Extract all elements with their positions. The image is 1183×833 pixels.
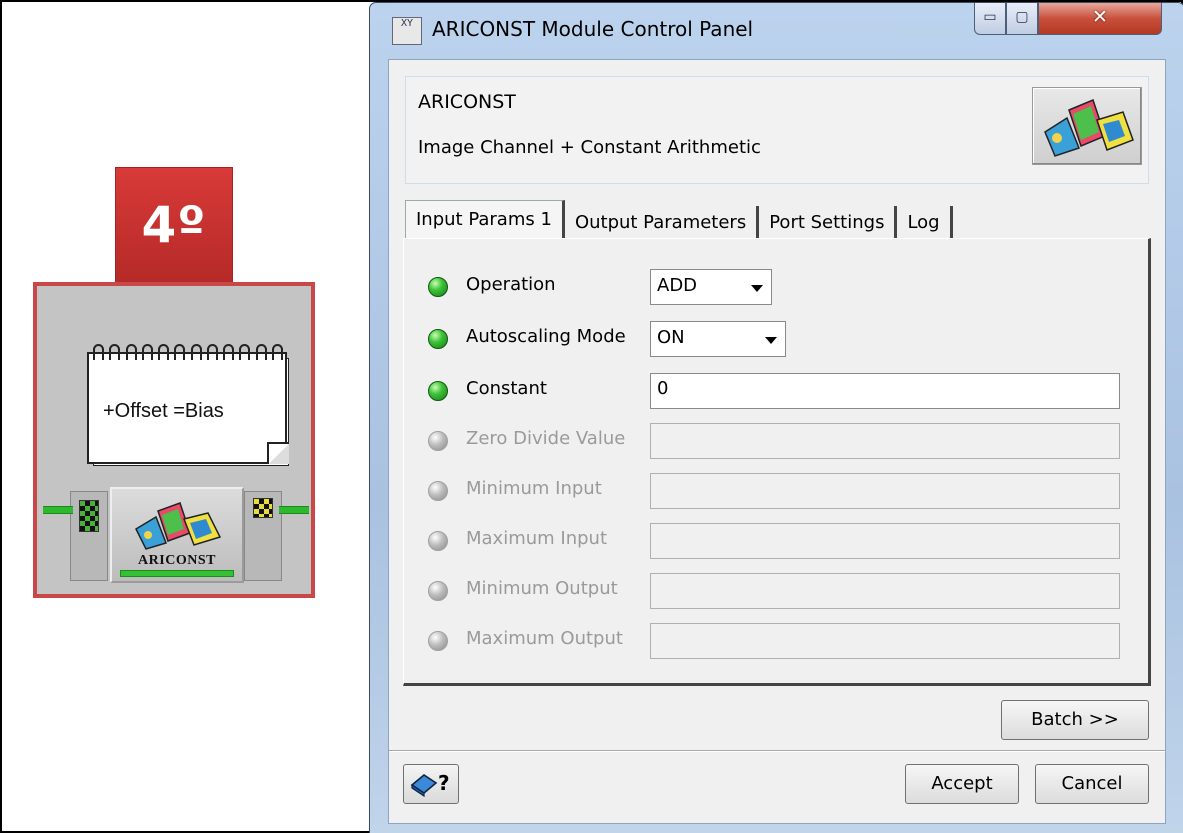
gray-led-icon (428, 481, 448, 501)
screenshot-frame: 4º +Offset =Bias ARICONST XY ARICONST Mo… (0, 0, 1183, 833)
module-control-panel-window: XY ARICONST Module Control Panel ▭ ▢ ✕ A… (369, 2, 1183, 833)
param-row-min-input: Minimum Input (404, 473, 1144, 509)
accept-button[interactable]: Accept (905, 764, 1019, 804)
max-output-field (650, 623, 1120, 659)
min-input-field (650, 473, 1120, 509)
param-row-constant: Constant 0 (404, 373, 1144, 409)
min-input-label: Minimum Input (466, 478, 602, 499)
input-wire (43, 506, 73, 514)
minimize-button[interactable]: ▭ (974, 3, 1006, 35)
tab-log[interactable]: Log (897, 206, 953, 240)
constant-label: Constant (466, 378, 547, 399)
constant-input[interactable]: 0 (650, 373, 1120, 409)
title-bar[interactable]: XY ARICONST Module Control Panel ▭ ▢ ✕ (370, 3, 1183, 55)
input-params-panel: Operation ADD Autoscaling Mode ON Consta… (403, 238, 1151, 686)
param-row-max-input: Maximum Input (404, 523, 1144, 559)
dialog-client-area: ARICONST Image Channel + Constant Arithm… (388, 59, 1166, 824)
help-button[interactable]: ? (403, 764, 459, 804)
node-module-block[interactable]: ARICONST (43, 483, 309, 583)
output-port[interactable] (244, 491, 309, 581)
close-button[interactable]: ✕ (1038, 3, 1162, 35)
note-icon: +Offset =Bias (87, 344, 289, 466)
module-icon-button[interactable] (1032, 87, 1142, 165)
module-header: ARICONST Image Channel + Constant Arithm… (405, 76, 1149, 184)
step-number-badge: 4º (115, 167, 233, 283)
operation-value: ADD (657, 275, 698, 296)
help-question-mark: ? (438, 771, 450, 795)
autoscaling-select[interactable]: ON (650, 321, 786, 357)
ariconst-node[interactable]: +Offset =Bias ARICONST (33, 282, 315, 598)
node-status-bar (120, 570, 234, 577)
param-row-min-output: Minimum Output (404, 573, 1144, 609)
module-description: Image Channel + Constant Arithmetic (418, 137, 761, 158)
input-port-checker-icon (79, 500, 99, 532)
gray-led-icon (428, 581, 448, 601)
max-input-field (650, 523, 1120, 559)
operation-label: Operation (466, 274, 556, 295)
window-title: ARICONST Module Control Panel (432, 17, 754, 41)
output-wire (279, 506, 309, 514)
max-input-label: Maximum Input (466, 528, 608, 549)
maximize-icon: ▢ (1015, 9, 1029, 25)
green-led-icon (428, 329, 448, 349)
operation-select[interactable]: ADD (650, 269, 772, 305)
window-app-icon: XY (392, 17, 422, 45)
maximize-button[interactable]: ▢ (1006, 3, 1038, 35)
max-output-label: Maximum Output (466, 628, 623, 649)
node-module-button[interactable]: ARICONST (110, 487, 244, 583)
param-row-max-output: Maximum Output (404, 623, 1144, 659)
chevron-down-icon (765, 337, 777, 344)
zero-divide-label: Zero Divide Value (466, 428, 626, 449)
help-book-icon (410, 774, 438, 797)
autoscaling-label: Autoscaling Mode (466, 326, 626, 347)
zero-divide-input (650, 423, 1120, 459)
node-module-label: ARICONST (138, 553, 216, 568)
minimize-icon: ▭ (983, 9, 997, 25)
output-port-checker-icon (253, 498, 273, 518)
param-row-autoscaling: Autoscaling Mode ON (404, 321, 1144, 357)
green-led-icon (428, 381, 448, 401)
autoscaling-value: ON (657, 327, 685, 348)
module-name: ARICONST (418, 91, 516, 113)
tab-input-params-1[interactable]: Input Params 1 (405, 200, 565, 240)
ariconst-module-icon (135, 502, 222, 550)
chevron-down-icon (751, 285, 763, 292)
param-row-zero-divide: Zero Divide Value (404, 423, 1144, 459)
min-output-field (650, 573, 1120, 609)
gray-led-icon (428, 631, 448, 651)
tab-strip: Input Params 1 Output Parameters Port Se… (405, 200, 953, 240)
ariconst-module-icon (1044, 98, 1134, 157)
tab-output-parameters[interactable]: Output Parameters (564, 206, 760, 240)
param-row-operation: Operation ADD (404, 269, 1144, 305)
min-output-label: Minimum Output (466, 578, 618, 599)
close-icon: ✕ (1092, 6, 1108, 28)
input-port[interactable] (43, 491, 108, 581)
gray-led-icon (428, 531, 448, 551)
node-note-text: +Offset =Bias (103, 400, 224, 422)
tab-port-settings[interactable]: Port Settings (759, 206, 898, 240)
batch-button[interactable]: Batch >> (1001, 700, 1149, 740)
gray-led-icon (428, 431, 448, 451)
footer-divider (389, 750, 1165, 752)
cancel-button[interactable]: Cancel (1035, 764, 1149, 804)
green-led-icon (428, 277, 448, 297)
